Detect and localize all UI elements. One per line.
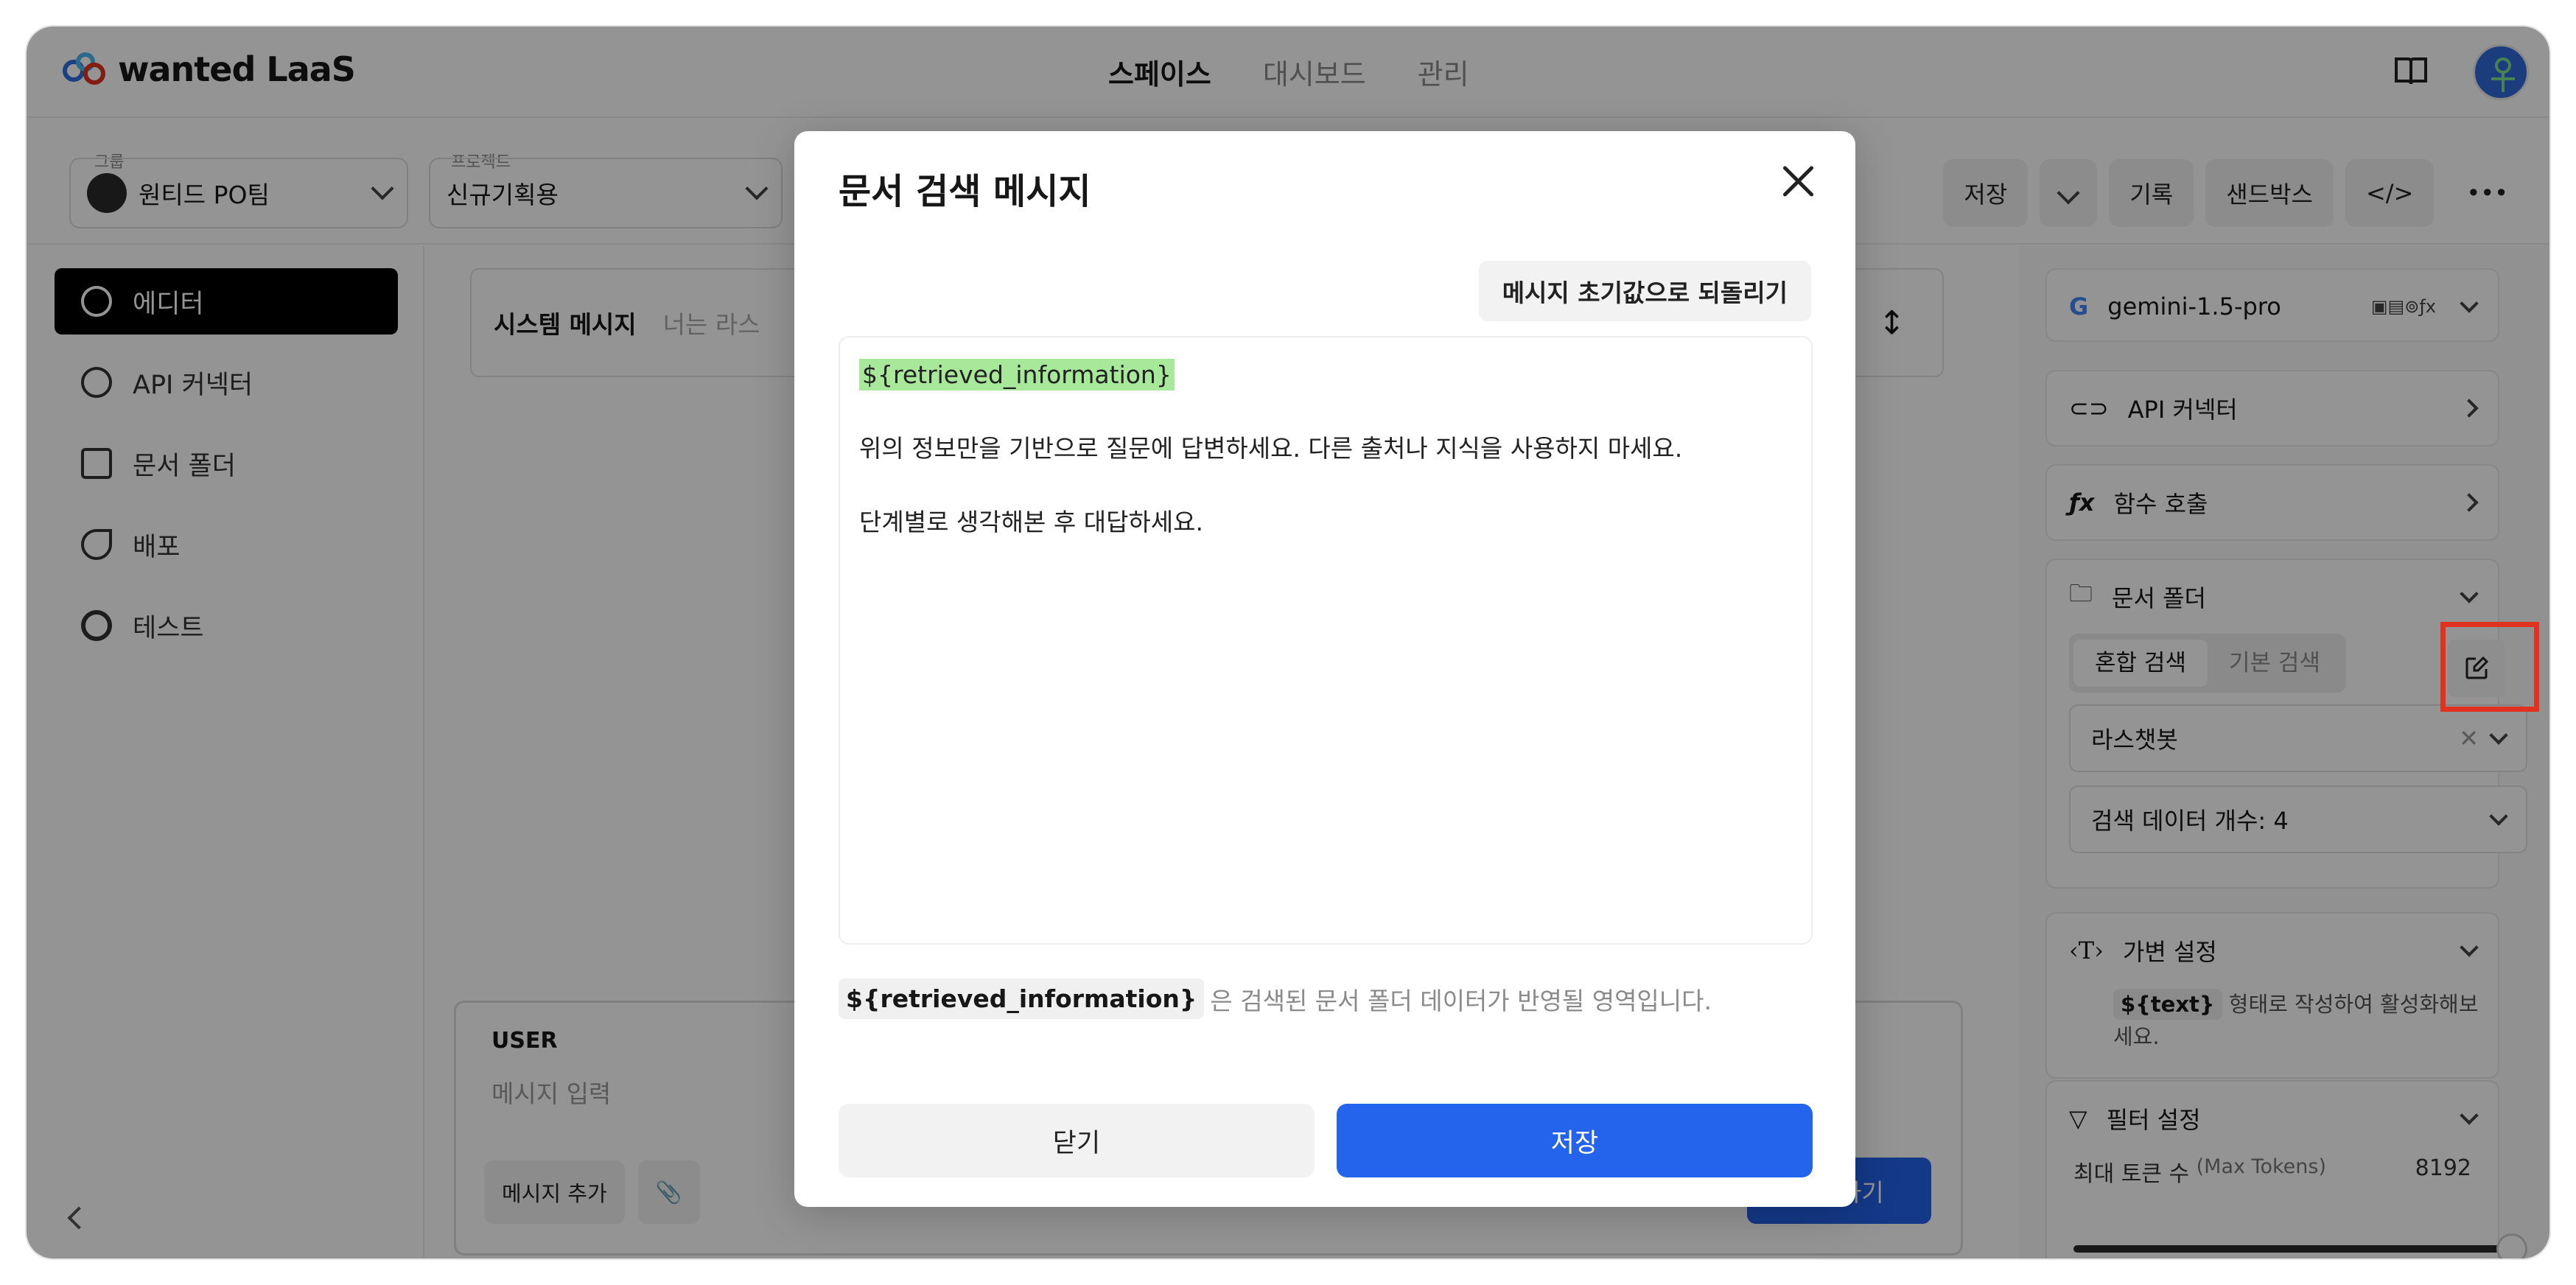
hint-variable-tag: ${retrieved_information} (839, 978, 1205, 1019)
hint-text: 은 검색된 문서 폴더 데이터가 반영될 영역입니다. (1210, 986, 1712, 1015)
message-line-2: 단계별로 생각해본 후 대답하세요. (859, 508, 1203, 537)
modal-actions: 닫기 저장 (839, 1104, 1813, 1177)
modal-title: 문서 검색 메시지 (839, 171, 1091, 212)
variable-highlight: ${retrieved_information} (859, 359, 1175, 391)
message-textarea[interactable]: ${retrieved_information} 위의 정보만을 기반으로 질문… (839, 336, 1813, 945)
save-modal-button[interactable]: 저장 (1337, 1104, 1813, 1177)
highlight-annotation (2440, 622, 2539, 712)
close-button[interactable]: 닫기 (839, 1104, 1315, 1177)
modal-hint: ${retrieved_information} 은 검색된 문서 폴더 데이터… (839, 978, 1712, 1019)
doc-search-message-modal: 문서 검색 메시지 메시지 초기값으로 되돌리기 ${retrieved_inf… (794, 131, 1855, 1207)
app-window: wanted LaaS 스페이스 대시보드 관리 그룹 원티드 PO팀 프로젝트… (27, 27, 2549, 1258)
message-line-1: 위의 정보만을 기반으로 질문에 답변하세요. 다른 출처나 지식을 사용하지 … (859, 434, 1683, 463)
reset-message-button[interactable]: 메시지 초기값으로 되돌리기 (1478, 261, 1811, 321)
close-icon[interactable] (1777, 161, 1819, 202)
